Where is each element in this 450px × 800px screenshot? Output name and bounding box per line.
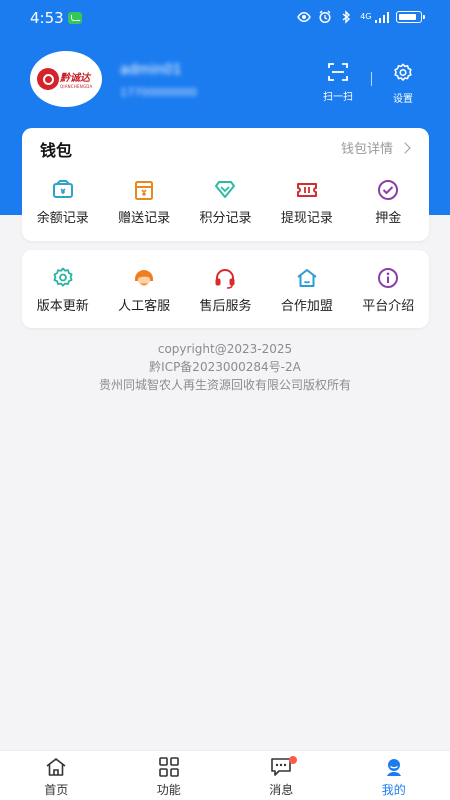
points-icon: [215, 181, 236, 198]
agent-icon: [135, 270, 154, 286]
settings-button[interactable]: 设置: [378, 62, 428, 106]
wallet-title: 钱包: [40, 141, 73, 160]
chevron-right-icon: [399, 141, 411, 154]
gear-icon: [53, 267, 73, 287]
service-item-after-sales[interactable]: 售后服务: [185, 266, 266, 314]
wallet-detail-link[interactable]: 钱包详情: [340, 138, 411, 157]
info-icon: [378, 268, 399, 288]
status-time: 4:53: [30, 9, 64, 27]
nav-item-home[interactable]: 首页: [0, 751, 113, 800]
service-item-label: 平台介绍: [362, 299, 415, 314]
nav-item-label: 消息: [269, 783, 294, 797]
service-item-label: 人工客服: [118, 299, 171, 314]
wallet-item-balance[interactable]: 余额记录: [22, 178, 103, 226]
withdraw-icon: [296, 183, 317, 197]
signal-icon: [374, 11, 389, 23]
footer-copyright: copyright@2023-2025: [157, 342, 293, 356]
service-item-customer-service[interactable]: 人工客服: [103, 266, 184, 314]
wallet-card: 钱包 钱包详情 余额记录 赠送记录 积分记录 提现记录 押金: [22, 128, 429, 241]
wallet-item-label: 赠送记录: [118, 211, 171, 226]
service-item-label: 售后服务: [199, 299, 252, 314]
wallet-item-label: 押金: [375, 211, 402, 226]
footer-company: 贵州同城智农人再生资源回收有限公司版权所有: [98, 378, 351, 392]
bottom-nav: 首页 功能 消息 我的: [0, 750, 450, 800]
user-id: 17700000000: [120, 86, 197, 99]
balance-icon: [52, 180, 73, 198]
nav-item-messages[interactable]: 消息: [225, 751, 338, 800]
wallet-item-points[interactable]: 积分记录: [185, 178, 266, 226]
service-item-partnership[interactable]: 合作加盟: [266, 266, 347, 314]
brand-name: 黔诚达: [60, 73, 90, 84]
wallet-item-label: 积分记录: [199, 211, 252, 226]
wallet-item-label: 余额记录: [36, 211, 89, 226]
service-item-platform-intro[interactable]: 平台介绍: [348, 266, 429, 314]
wallet-item-withdraw[interactable]: 提现记录: [266, 178, 347, 226]
service-item-label: 合作加盟: [280, 299, 333, 314]
wallet-item-deposit[interactable]: 押金: [348, 178, 429, 226]
nav-item-mine[interactable]: 我的: [338, 751, 450, 800]
battery-icon: [396, 11, 425, 23]
network-type: 4G: [360, 12, 372, 21]
message-badge: [289, 756, 297, 764]
wallet-item-gift[interactable]: 赠送记录: [103, 178, 184, 226]
wallet-detail-label: 钱包详情: [340, 142, 393, 157]
services-card: 版本更新 人工客服 售后服务 合作加盟 平台介绍: [22, 250, 429, 328]
wallet-item-label: 提现记录: [280, 211, 333, 226]
scan-button[interactable]: 扫一扫: [313, 62, 363, 104]
avatar[interactable]: 黔诚达 QIANCHENGDA: [30, 51, 102, 107]
grid-icon: [158, 757, 179, 777]
gear-icon: [394, 63, 412, 81]
home-icon: [297, 269, 317, 287]
home-icon: [46, 758, 66, 776]
wechat-notification-icon: [68, 12, 82, 24]
gift-record-icon: [135, 181, 154, 200]
username: admin01: [120, 62, 182, 78]
nav-item-label: 我的: [381, 783, 406, 797]
headset-icon: [215, 269, 235, 289]
service-item-label: 版本更新: [36, 299, 89, 314]
eye-icon: [297, 11, 312, 23]
nav-item-functions[interactable]: 功能: [113, 751, 226, 800]
bluetooth-icon: [342, 10, 351, 24]
nav-item-label: 功能: [156, 783, 181, 797]
scan-label: 扫一扫: [323, 92, 353, 103]
header-divider: [371, 72, 372, 86]
alarm-icon: [319, 10, 331, 24]
scan-icon: [328, 63, 348, 81]
deposit-icon: [378, 180, 399, 200]
settings-label: 设置: [393, 94, 413, 105]
service-item-version-update[interactable]: 版本更新: [22, 266, 103, 314]
profile-icon: [386, 759, 401, 776]
brand-logo-icon: [37, 68, 59, 90]
footer-icp: 黔ICP备2023000284号-2A: [149, 360, 301, 374]
brand-sub: QIANCHENGDA: [60, 84, 93, 89]
status-bar: 4:53 4G: [0, 0, 450, 36]
nav-item-label: 首页: [44, 783, 69, 797]
